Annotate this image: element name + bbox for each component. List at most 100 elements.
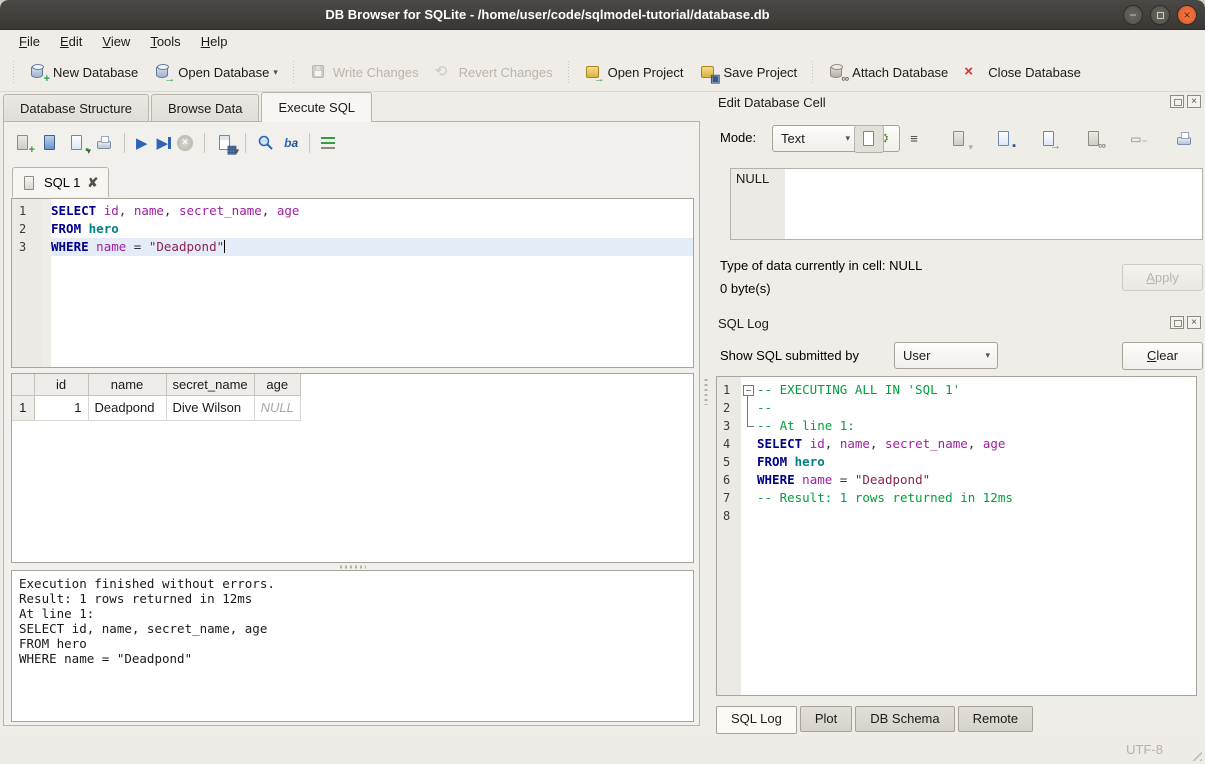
sql-log-view[interactable]: 1-- EXECUTING ALL IN 'SQL 1'2--3-- At li… [716, 376, 1197, 696]
text-mode-icon[interactable] [854, 125, 884, 153]
save-sql-file-icon[interactable]: ▪▾ [68, 134, 86, 152]
save-project-icon: ▣ [699, 63, 717, 81]
open-database-button[interactable]: → Open Database ▾ [146, 59, 286, 85]
attach-database-button[interactable]: ∞ Attach Database [820, 59, 956, 85]
close-database-icon: × [964, 63, 982, 81]
menu-tools[interactable]: Tools [141, 32, 189, 51]
column-header[interactable]: id [34, 374, 88, 395]
toolbar-separator [291, 61, 296, 83]
table-cell[interactable]: NULL [254, 395, 300, 420]
tab-database-structure[interactable]: Database Structure [3, 94, 149, 122]
column-header[interactable]: name [88, 374, 166, 395]
print-icon[interactable] [95, 134, 113, 152]
execute-sql-panel: + ▪▾ ▶ ▶ × ▦▾ ba [3, 121, 700, 726]
sql-document-tab[interactable]: SQL 1 ✘ [12, 167, 109, 197]
tab-plot[interactable]: Plot [800, 706, 852, 732]
close-database-button[interactable]: × Close Database [956, 59, 1089, 85]
execute-all-icon[interactable]: ▶ [136, 134, 148, 152]
cell-value: NULL [736, 171, 769, 186]
float-icon[interactable] [1170, 316, 1184, 329]
log-filter-select[interactable]: User▾ [894, 342, 998, 369]
tab-browse-data[interactable]: Browse Data [151, 94, 259, 122]
results-message-splitter[interactable] [11, 563, 694, 570]
sql-editor[interactable]: 1SELECT id, name, secret_name, age2FROM … [11, 198, 694, 368]
replace-icon[interactable]: ba [284, 136, 298, 150]
main-area: Database Structure Browse Data Execute S… [0, 92, 1205, 735]
open-database-dropdown-icon[interactable]: ▾ [273, 67, 278, 78]
find-icon[interactable] [257, 134, 275, 152]
sql-log-title: SQL Log [718, 316, 769, 331]
apply-button[interactable]: Apply [1122, 264, 1203, 291]
menu-view[interactable]: View [93, 32, 139, 51]
left-pane: Database Structure Browse Data Execute S… [0, 92, 704, 735]
results-grid[interactable]: idnamesecret_nameage11DeadpondDive Wilso… [11, 373, 694, 563]
word-wrap-icon[interactable]: ≡ [899, 125, 929, 153]
sql-doc-tabbar: SQL 1 ✘ [12, 166, 109, 197]
open-sql-file-icon[interactable] [41, 134, 59, 152]
close-icon[interactable]: × [1177, 5, 1197, 25]
tab-remote[interactable]: Remote [958, 706, 1034, 732]
attach-database-icon: ∞ [828, 63, 846, 81]
vertical-splitter[interactable] [702, 92, 710, 735]
main-toolbar: + New Database → Open Database ▾ Write C… [0, 53, 1205, 92]
save-results-icon[interactable]: ▦▾ [216, 134, 234, 152]
titlebar[interactable]: DB Browser for SQLite - /home/user/code/… [0, 0, 1205, 30]
edit-cell-title: Edit Database Cell [718, 95, 826, 110]
open-project-button[interactable]: → Open Project [576, 59, 692, 85]
new-database-icon: + [29, 63, 47, 81]
table-cell[interactable]: Dive Wilson [166, 395, 254, 420]
mode-label: Mode: [720, 130, 756, 145]
dock-close-icon[interactable]: × [1187, 316, 1201, 329]
menu-help[interactable]: Help [192, 32, 237, 51]
sql-log-dock: SQL Log × Show SQL submitted by User▾ Cl… [710, 308, 1205, 735]
column-header[interactable]: age [254, 374, 300, 395]
cell-editor[interactable]: NULL [730, 168, 1203, 240]
close-tab-icon[interactable]: ✘ [87, 175, 98, 191]
cell-toolbar: ≡ ▾ ▪ → ∞ ▭₋ [854, 124, 1199, 154]
revert-changes-button[interactable]: ⟲ Revert Changes [427, 59, 561, 85]
sql-tab-label: SQL 1 [44, 175, 80, 190]
write-changes-button[interactable]: Write Changes [301, 59, 427, 85]
menu-file[interactable]: File [10, 32, 49, 51]
tab-sql-log[interactable]: SQL Log [716, 706, 797, 734]
float-icon[interactable] [1170, 95, 1184, 108]
set-null-icon[interactable]: ▭₋ [1124, 125, 1154, 153]
minimize-icon[interactable]: − [1123, 5, 1143, 25]
tab-db-schema[interactable]: DB Schema [855, 706, 954, 732]
tab-execute-sql[interactable]: Execute SQL [261, 92, 372, 122]
main-tab-bar: Database Structure Browse Data Execute S… [3, 92, 374, 122]
menu-edit[interactable]: Edit [51, 32, 91, 51]
execute-current-line-icon[interactable]: ▶ [157, 134, 169, 152]
table-row[interactable]: 11DeadpondDive WilsonNULL [12, 395, 300, 420]
toolbar-separator [566, 61, 571, 83]
import-icon[interactable]: ▾ [944, 125, 974, 153]
resize-grip-icon[interactable] [1190, 749, 1202, 761]
save-project-button[interactable]: ▣ Save Project [691, 59, 805, 85]
menubar: File Edit View Tools Help [0, 30, 1205, 53]
column-header[interactable]: secret_name [166, 374, 254, 395]
mode-select[interactable]: Text▾ [772, 125, 858, 152]
cell-print-icon[interactable] [1169, 125, 1199, 153]
clear-button[interactable]: Clear [1122, 342, 1203, 370]
new-database-button[interactable]: + New Database [21, 59, 146, 85]
export-icon[interactable]: → [1034, 125, 1064, 153]
app-window: DB Browser for SQLite - /home/user/code/… [0, 0, 1205, 764]
cell-size-info: 0 byte(s) [720, 281, 771, 296]
new-tab-icon[interactable]: + [14, 134, 32, 152]
maximize-icon[interactable] [1150, 5, 1170, 25]
open-database-icon: → [154, 63, 172, 81]
table-cell[interactable]: 1 [34, 395, 88, 420]
format-icon[interactable] [321, 137, 335, 149]
toolbar-handle [11, 61, 16, 83]
link-icon[interactable]: ∞ [1079, 125, 1109, 153]
write-changes-icon [309, 63, 327, 81]
dock-tab-bar: SQL Log Plot DB Schema Remote [716, 706, 1036, 735]
document-icon [23, 175, 37, 191]
table-cell[interactable]: Deadpond [88, 395, 166, 420]
toolbar-separator [810, 61, 815, 83]
cell-type-info: Type of data currently in cell: NULL [720, 258, 922, 273]
dock-close-icon[interactable]: × [1187, 95, 1201, 108]
execution-message: Execution finished without errors. Resul… [11, 570, 694, 722]
stop-icon[interactable]: × [177, 135, 193, 151]
save-as-icon[interactable]: ▪ [989, 125, 1019, 153]
